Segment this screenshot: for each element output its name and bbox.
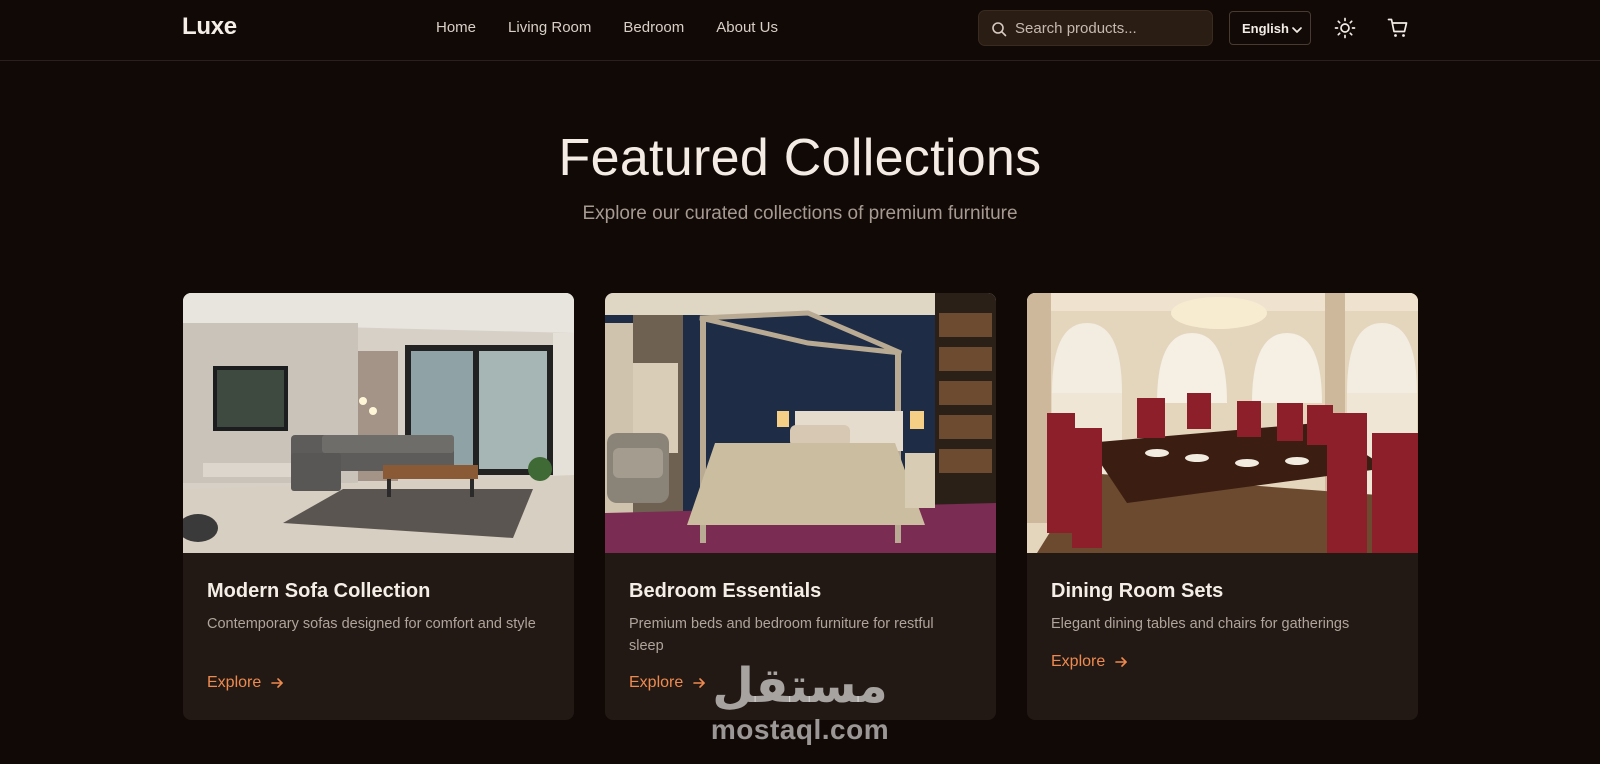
page-subtitle: Explore our curated collections of premi…: [582, 203, 1018, 224]
sun-icon: [1334, 17, 1356, 39]
arrow-right-icon: [271, 678, 284, 688]
watermark-arabic-logo: مستقل: [712, 658, 888, 714]
cart-button[interactable]: [1387, 17, 1409, 44]
collection-title: Modern Sofa Collection: [207, 580, 431, 602]
collection-image-bedroom: [605, 293, 996, 553]
main-nav: Home Living Room Bedroom About Us: [436, 18, 810, 38]
explore-link[interactable]: Explore: [629, 674, 706, 692]
explore-link[interactable]: Explore: [1051, 653, 1128, 671]
collection-description: Contemporary sofas designed for comfort …: [207, 616, 536, 632]
language-label: English: [1242, 20, 1289, 36]
explore-label: Explore: [1051, 653, 1106, 670]
nav-link-bedroom[interactable]: Bedroom: [623, 18, 684, 38]
nav-link-home[interactable]: Home: [436, 18, 476, 38]
watermark-text: mostaql.com: [710, 714, 890, 745]
collection-image-sofa: [183, 293, 574, 553]
site-header: Luxe Home Living Room Bedroom About Us E…: [0, 0, 1600, 61]
search-box: [978, 10, 1213, 46]
search-input[interactable]: [1015, 11, 1205, 45]
cart-icon: [1387, 18, 1408, 37]
explore-link[interactable]: Explore: [207, 674, 284, 692]
collection-title: Dining Room Sets: [1051, 580, 1224, 602]
page: Luxe Home Living Room Bedroom About Us E…: [0, 0, 1600, 764]
explore-label: Explore: [207, 674, 262, 691]
collection-card-sofa[interactable]: Modern Sofa Collection Contemporary sofa…: [183, 293, 574, 720]
collection-description: Premium beds and bedroom furniture for r…: [629, 616, 934, 654]
arrow-right-icon: [1115, 657, 1128, 667]
collection-description: Elegant dining tables and chairs for gat…: [1051, 616, 1350, 632]
theme-toggle-button[interactable]: [1334, 17, 1356, 44]
collection-card-dining[interactable]: Dining Room Sets Elegant dining tables a…: [1027, 293, 1418, 720]
svg-text:مستقل: مستقل: [712, 658, 888, 712]
chevron-down-icon: [1291, 23, 1303, 41]
logo[interactable]: Luxe: [182, 13, 237, 41]
explore-label: Explore: [629, 674, 684, 691]
nav-link-living-room[interactable]: Living Room: [508, 18, 591, 38]
page-title: Featured Collections: [558, 129, 1042, 187]
nav-link-about-us[interactable]: About Us: [716, 18, 778, 38]
collection-title: Bedroom Essentials: [629, 580, 822, 602]
collection-image-dining: [1027, 293, 1418, 553]
language-select[interactable]: English: [1229, 11, 1311, 45]
search-icon: [991, 21, 1007, 42]
watermark-logo: مستقل mostaql.com: [700, 652, 900, 752]
